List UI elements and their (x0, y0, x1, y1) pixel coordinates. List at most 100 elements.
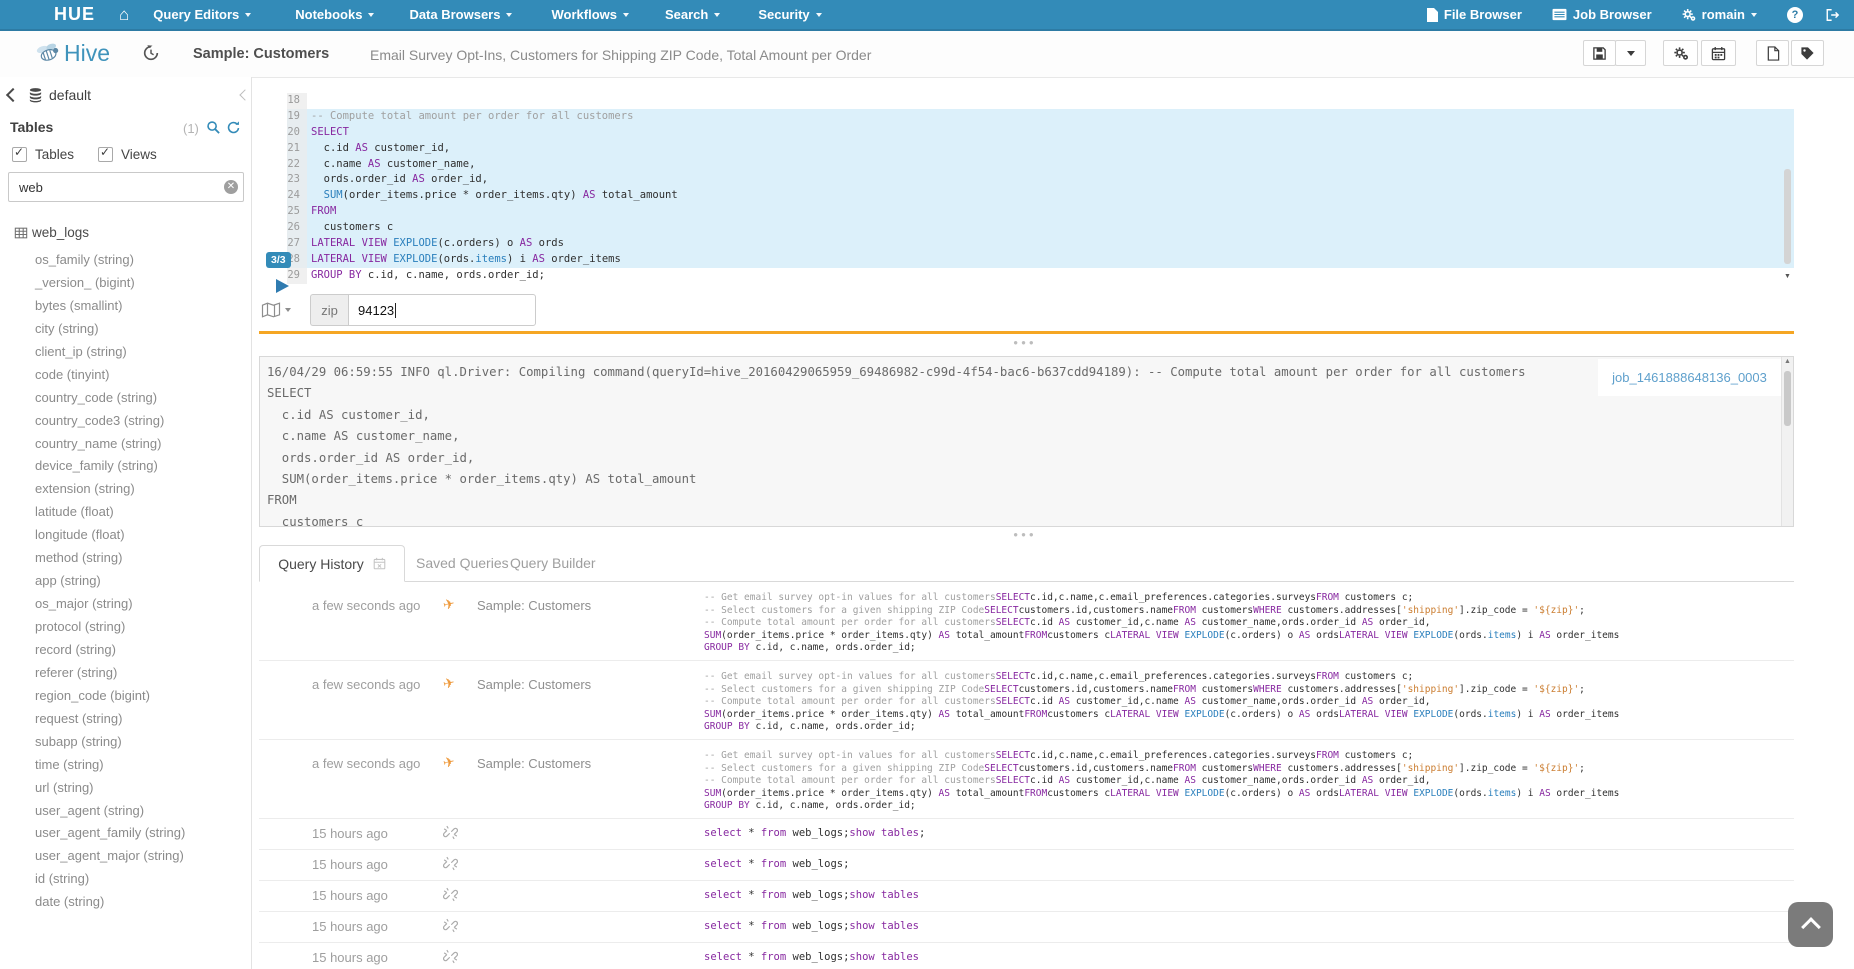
editor-line[interactable]: 20SELECT (258, 125, 1794, 141)
history-row[interactable]: 15 hours agoselect * from web_logs;show … (259, 819, 1794, 850)
tables-checkbox[interactable] (12, 147, 27, 162)
column-item[interactable]: os_major (string) (0, 593, 250, 616)
log-line: c.id AS customer_id, (267, 405, 1786, 426)
menu-query-editors[interactable]: Query Editors (153, 7, 251, 22)
variable-value-input[interactable]: 94123 (348, 294, 536, 326)
column-item[interactable]: method (string) (0, 547, 250, 570)
menu-search[interactable]: Search (665, 7, 720, 22)
column-item[interactable]: latitude (float) (0, 501, 250, 524)
refresh-icon[interactable] (226, 120, 241, 135)
column-item[interactable]: region_code (bigint) (0, 685, 250, 708)
sign-out-icon[interactable] (1825, 8, 1840, 22)
history-row[interactable]: 15 hours agoselect * from web_logs;show … (259, 912, 1794, 943)
scroll-up-icon[interactable]: ▲ (1782, 358, 1793, 365)
editor-line[interactable]: 24 SUM(order_items.price * order_items.q… (258, 188, 1794, 204)
history-row[interactable]: 15 hours agoselect * from web_logs; (259, 850, 1794, 881)
column-item[interactable]: country_code (string) (0, 387, 250, 410)
database-back-row[interactable]: default (8, 87, 91, 103)
history-row[interactable]: a few seconds ago✈Sample: Customers-- Ge… (259, 582, 1794, 661)
scroll-to-top-button[interactable] (1788, 902, 1833, 947)
editor-scrollbar[interactable]: ▼ (1782, 95, 1793, 280)
column-item[interactable]: longitude (float) (0, 524, 250, 547)
column-item[interactable]: subapp (string) (0, 731, 250, 754)
history-row[interactable]: a few seconds ago✈Sample: Customers-- Ge… (259, 740, 1794, 819)
menu-security[interactable]: Security (758, 7, 821, 22)
app-name[interactable]: Hive (64, 40, 110, 67)
scrollbar-thumb[interactable] (1784, 371, 1791, 426)
column-item[interactable]: city (string) (0, 318, 250, 341)
tab-query-builder[interactable]: Query Builder (510, 545, 596, 582)
query-title[interactable]: Sample: Customers (193, 46, 329, 62)
search-icon[interactable] (206, 120, 221, 135)
job-browser-link[interactable]: Job Browser (1552, 7, 1652, 22)
column-item[interactable]: bytes (smallint) (0, 295, 250, 318)
column-item[interactable]: extension (string) (0, 478, 250, 501)
column-item[interactable]: id (string) (0, 868, 250, 891)
table-item-web-logs[interactable]: web_logs (14, 225, 89, 240)
history-row[interactable]: 15 hours agoselect * from web_logs;show … (259, 881, 1794, 912)
history-row[interactable]: a few seconds ago✈Sample: Customers-- Ge… (259, 661, 1794, 740)
clear-history-icon[interactable] (373, 557, 386, 570)
resize-grip[interactable]: ●●● (995, 530, 1055, 539)
sql-editor[interactable]: 1819-- Compute total amount per order fo… (258, 93, 1794, 284)
user-menu[interactable]: romain (1682, 7, 1757, 22)
menu-workflows[interactable]: Workflows (551, 7, 629, 22)
log-scrollbar[interactable]: ▲ (1781, 357, 1793, 526)
editor-line[interactable]: 25FROM (258, 204, 1794, 220)
job-link[interactable]: job_1461888648136_0003 (1612, 370, 1767, 385)
menu-notebooks[interactable]: Notebooks (295, 7, 374, 22)
column-item[interactable]: code (tinyint) (0, 364, 250, 387)
save-dropdown-button[interactable] (1615, 40, 1646, 66)
clear-filter-icon[interactable]: ✕ (224, 180, 238, 194)
editor-line[interactable]: 28LATERAL VIEW EXPLODE(ords.items) i AS … (258, 252, 1794, 268)
column-item[interactable]: country_name (string) (0, 433, 250, 456)
editor-line[interactable]: 26 customers c (258, 220, 1794, 236)
column-item[interactable]: client_ip (string) (0, 341, 250, 364)
column-item[interactable]: request (string) (0, 708, 250, 731)
column-item[interactable]: time (string) (0, 754, 250, 777)
column-item[interactable]: country_code3 (string) (0, 410, 250, 433)
editor-line[interactable]: 19-- Compute total amount per order for … (258, 109, 1794, 125)
editor-line[interactable]: 21 c.id AS customer_id, (258, 141, 1794, 157)
save-button[interactable] (1583, 40, 1616, 66)
execute-button[interactable] (276, 279, 289, 293)
column-item[interactable]: app (string) (0, 570, 250, 593)
column-item[interactable]: user_agent_major (string) (0, 845, 250, 868)
column-item[interactable]: date (string) (0, 891, 250, 914)
variables-map-button[interactable] (261, 302, 291, 318)
file-browser-link[interactable]: File Browser (1426, 7, 1522, 22)
column-item[interactable]: user_agent (string) (0, 800, 250, 823)
help-icon[interactable]: ? (1787, 7, 1803, 23)
editor-line[interactable]: 23 ords.order_id AS order_id, (258, 172, 1794, 188)
history-row[interactable]: 15 hours agoselect * from web_logs;show … (259, 943, 1794, 969)
home-icon[interactable]: ⌂ (119, 0, 129, 29)
new-document-button[interactable] (1756, 40, 1789, 66)
column-item[interactable]: protocol (string) (0, 616, 250, 639)
views-checkbox[interactable] (98, 147, 113, 162)
settings-button[interactable] (1663, 40, 1698, 66)
tab-query-history[interactable]: Query History (259, 545, 405, 582)
collapse-assist-icon[interactable] (239, 89, 250, 100)
column-item[interactable]: referer (string) (0, 662, 250, 685)
column-item[interactable]: record (string) (0, 639, 250, 662)
schedule-button[interactable] (1701, 40, 1736, 66)
editor-line[interactable]: 27LATERAL VIEW EXPLODE(c.orders) o AS or… (258, 236, 1794, 252)
editor-line[interactable]: 18 (258, 93, 1794, 109)
resize-grip[interactable]: ●●● (995, 338, 1055, 347)
column-item[interactable]: os_family (string) (0, 249, 250, 272)
column-item[interactable]: device_family (string) (0, 455, 250, 478)
editor-line[interactable]: 22 c.name AS customer_name, (258, 157, 1794, 173)
menu-data-browsers[interactable]: Data Browsers (409, 7, 512, 22)
hue-logo[interactable]: HUE (54, 4, 95, 25)
column-item[interactable]: _version_ (bigint) (0, 272, 250, 295)
column-item[interactable]: user_agent_family (string) (0, 822, 250, 845)
tab-saved-queries[interactable]: Saved Queries (416, 545, 509, 582)
table-filter-input[interactable] (8, 172, 244, 202)
scrollbar-thumb[interactable] (1784, 169, 1791, 264)
tags-button[interactable] (1791, 40, 1824, 66)
editor-line[interactable]: 29GROUP BY c.id, c.name, ords.order_id; (258, 268, 1794, 284)
database-name[interactable]: default (49, 87, 91, 103)
column-item[interactable]: url (string) (0, 777, 250, 800)
scroll-down-icon[interactable]: ▼ (1782, 273, 1793, 280)
query-history-icon[interactable] (142, 44, 160, 62)
